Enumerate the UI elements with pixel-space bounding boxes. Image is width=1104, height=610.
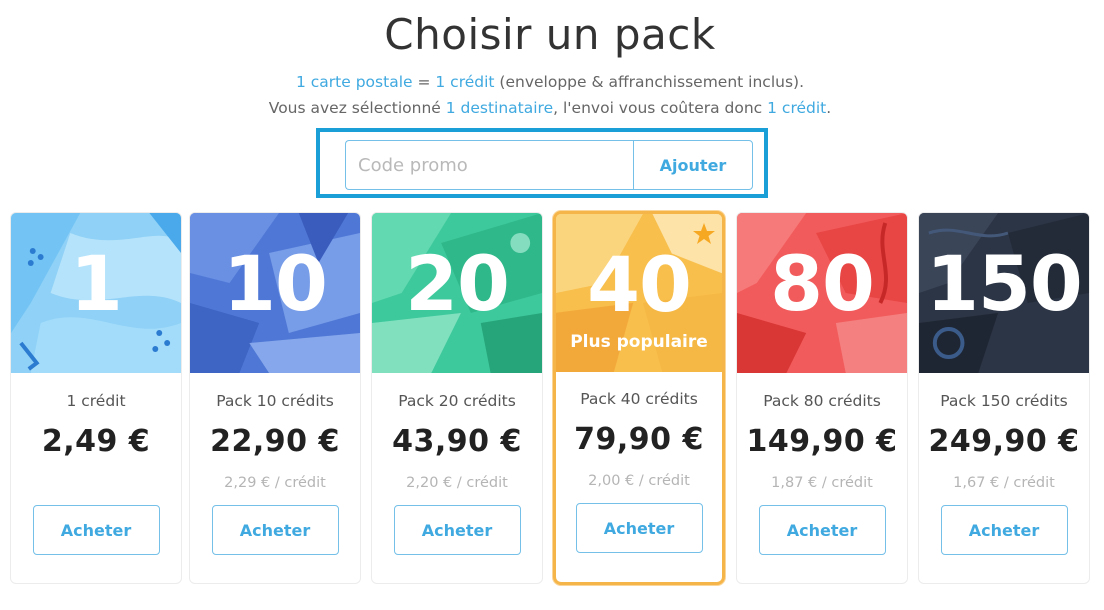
pack-price: 149,90 € [746,424,898,459]
postcard-link[interactable]: 1 carte postale [296,73,413,91]
pack-card-20: 20 Pack 20 crédits 43,90 € 2,20 € / créd… [371,212,543,584]
buy-button-150[interactable]: Acheter [940,505,1068,555]
buy-button-80[interactable]: Acheter [758,505,886,555]
pack-price: 249,90 € [928,424,1080,459]
pack-image-20: 20 [372,213,542,373]
pack-price: 79,90 € [574,422,704,457]
recipient-info: Vous avez sélectionné 1 destinataire, l'… [268,99,832,117]
pack-name: Pack 150 crédits [940,392,1068,410]
pack-image-1: 1 [11,213,181,373]
pack-number: 10 [223,239,328,328]
buy-button-1[interactable]: Acheter [32,505,160,555]
promo-code-input[interactable] [345,140,634,190]
popular-badge: Plus populaire [570,332,708,352]
pack-price: 22,90 € [210,424,340,459]
pack-number: 20 [405,239,510,328]
pack-number: 80 [770,239,875,328]
pack-number: 1 [70,239,123,328]
buy-button-10[interactable]: Acheter [211,505,339,555]
page-title: Choisir un pack [384,10,716,59]
pack-name: Pack 20 crédits [398,392,516,410]
pack-unit-price: 2,20 € / crédit [406,475,508,491]
pack-card-150: 150 Pack 150 crédits 249,90 € 1,67 € / c… [918,212,1090,584]
pack-image-150: 150 [919,213,1089,373]
recipient-link[interactable]: 1 destinataire [446,99,553,117]
pack-image-40: 40 Plus populaire [556,214,722,372]
pack-name: Pack 10 crédits [216,392,334,410]
pack-unit-price: 1,67 € / crédit [953,475,1055,491]
credit-link[interactable]: 1 crédit [435,73,494,91]
pack-name: Pack 40 crédits [580,390,698,408]
pack-number: 40 [587,240,692,329]
pack-card-80: 80 Pack 80 crédits 149,90 € 1,87 € / cré… [736,212,908,584]
pack-price: 2,49 € [41,424,151,459]
pack-image-10: 10 [190,213,360,373]
pack-unit-price: 2,29 € / crédit [224,475,326,491]
pack-unit-price [11,475,181,491]
buy-button-20[interactable]: Acheter [393,505,521,555]
pack-name: 1 crédit [66,392,126,410]
pack-image-80: 80 [737,213,907,373]
pack-card-1: 1 1 crédit 2,49 € Acheter [10,212,182,584]
pack-price: 43,90 € [392,424,522,459]
add-promo-button[interactable]: Ajouter [633,140,753,190]
credit-info: 1 carte postale = 1 crédit (enveloppe & … [296,73,804,91]
pack-unit-price: 1,87 € / crédit [771,475,873,491]
pack-unit-price: 2,00 € / crédit [588,473,690,489]
pack-name: Pack 80 crédits [763,392,881,410]
buy-button-40[interactable]: Acheter [575,503,703,553]
pack-card-40: 40 Plus populaire Pack 40 crédits 79,90 … [553,211,725,585]
cost-credit-link[interactable]: 1 crédit [767,99,826,117]
pack-number: 150 [926,239,1083,328]
pack-card-10: 10 Pack 10 crédits 22,90 € 2,29 € / créd… [189,212,361,584]
